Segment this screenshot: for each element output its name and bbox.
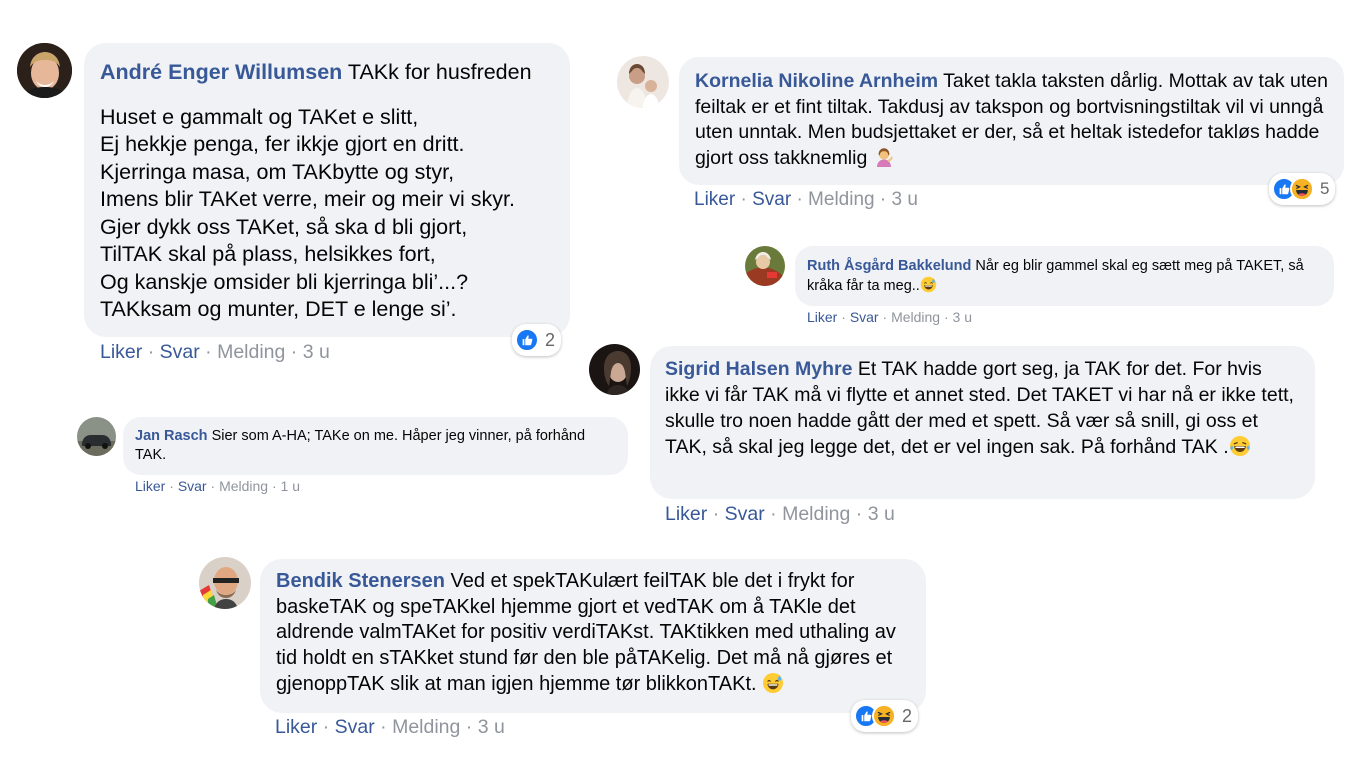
- author-name[interactable]: André Enger Willumsen: [100, 60, 342, 84]
- reply-link[interactable]: Svar: [752, 189, 791, 210]
- timestamp[interactable]: 3 u: [891, 189, 917, 210]
- like-link[interactable]: Liker: [665, 503, 707, 525]
- like-link[interactable]: Liker: [100, 341, 142, 363]
- comment-bubble: Kornelia Nikoline Arnheim Taket takla ta…: [679, 57, 1344, 185]
- message-link[interactable]: Melding: [219, 478, 268, 494]
- timestamp[interactable]: 3 u: [478, 716, 505, 738]
- avatar-photo-icon: [617, 56, 669, 108]
- reaction-count: 2: [545, 329, 556, 350]
- comment-actions: Liker · Svar · Melding · 3 u: [100, 341, 330, 363]
- comment-bubble: André Enger Willumsen TAKk for husfreden…: [84, 43, 570, 337]
- timestamp[interactable]: 3 u: [953, 309, 972, 325]
- avatar-photo-icon: [199, 557, 251, 609]
- avatar-photo-icon: [17, 43, 72, 98]
- author-name[interactable]: Jan Rasch: [135, 428, 208, 444]
- author-name[interactable]: Bendik Stenersen: [276, 570, 445, 592]
- reaction-count: 5: [1320, 179, 1330, 198]
- avatar[interactable]: [199, 557, 251, 609]
- avatar[interactable]: [745, 246, 785, 286]
- avatar[interactable]: [77, 417, 116, 456]
- author-name[interactable]: Kornelia Nikoline Arnheim: [695, 70, 938, 92]
- comment-bubble: Ruth Åsgård Bakkelund Når eg blir gammel…: [795, 246, 1334, 306]
- haha-icon: [1290, 177, 1314, 201]
- reply-link[interactable]: Svar: [160, 341, 200, 363]
- reaction-summary[interactable]: 2: [851, 700, 919, 732]
- timestamp[interactable]: 1 u: [281, 478, 300, 494]
- author-name[interactable]: Ruth Åsgård Bakkelund: [807, 258, 971, 274]
- comment-actions: Liker · Svar · Melding · 3 u: [275, 716, 505, 738]
- comment-actions: Liker · Svar · Melding · 3 u: [665, 503, 895, 525]
- like-link[interactable]: Liker: [807, 309, 837, 325]
- like-link[interactable]: Liker: [135, 478, 165, 494]
- message-link[interactable]: Melding: [392, 716, 460, 738]
- message-link[interactable]: Melding: [782, 503, 850, 525]
- reply-link[interactable]: Svar: [178, 478, 207, 494]
- comment-actions: Liker · Svar · Melding · 3 u: [807, 309, 973, 325]
- comment-bubble: Jan Rasch Sier som A-HA; TAKe on me. Håp…: [123, 417, 628, 475]
- comment-actions: Liker · Svar · Melding · 3 u: [694, 189, 918, 210]
- comment-poem: Huset e gammalt og TAKet e slitt, Ej hek…: [100, 104, 553, 324]
- tears-of-joy-emoji-icon: [1229, 435, 1251, 457]
- grinning-sweat-emoji-icon: [920, 276, 937, 293]
- comment-title: TAKk for husfreden: [347, 60, 532, 84]
- timestamp[interactable]: 3 u: [868, 503, 895, 525]
- reaction-count: 2: [902, 705, 913, 726]
- avatar-photo-icon: [745, 246, 785, 286]
- poem-line: Huset e gammalt og TAKet e slitt,: [100, 104, 419, 129]
- poem-line: TAKksam og munter, DET e lenge si’.: [100, 297, 457, 321]
- comment-actions: Liker · Svar · Melding · 1 u: [135, 478, 301, 494]
- haha-icon: [872, 704, 896, 728]
- person-tipping-hand-emoji-icon: [873, 146, 895, 168]
- reaction-summary[interactable]: 5: [1269, 173, 1336, 205]
- timestamp[interactable]: 3 u: [303, 341, 330, 363]
- poem-line: Og kanskje omsider bli kjerringa bli’...…: [100, 269, 469, 294]
- author-name[interactable]: Sigrid Halsen Myhre: [665, 358, 852, 380]
- avatar-photo-icon: [589, 344, 640, 395]
- avatar[interactable]: [617, 56, 669, 108]
- poem-line: TilTAK skal på plass, helsikkes fort,: [100, 242, 436, 266]
- like-link[interactable]: Liker: [275, 716, 317, 738]
- avatar[interactable]: [589, 344, 640, 395]
- like-icon: [515, 328, 539, 352]
- reply-link[interactable]: Svar: [850, 309, 879, 325]
- poem-line: Kjerringa masa, om TAKbytte og styr,: [100, 159, 455, 184]
- comment-bubble: Bendik Stenersen Ved et spekTAKulært fei…: [260, 559, 926, 713]
- grinning-sweat-emoji-icon: [762, 672, 784, 694]
- poem-line: Imens blir TAKet verre, meir og meir vi …: [100, 187, 515, 211]
- reply-link[interactable]: Svar: [725, 503, 765, 525]
- reply-link[interactable]: Svar: [335, 716, 375, 738]
- comment-bubble: Sigrid Halsen Myhre Et TAK hadde gort se…: [650, 346, 1315, 499]
- message-link[interactable]: Melding: [808, 189, 875, 210]
- reaction-summary[interactable]: 2: [512, 324, 562, 356]
- message-link[interactable]: Melding: [891, 309, 940, 325]
- like-link[interactable]: Liker: [694, 189, 735, 210]
- poem-line: Gjer dykk oss TAKet, så ska d bli gjort,: [100, 214, 468, 239]
- poem-line: Ej hekkje penga, fer ikkje gjort en drit…: [100, 132, 465, 156]
- avatar[interactable]: [17, 43, 72, 98]
- message-link[interactable]: Melding: [217, 341, 285, 363]
- avatar-photo-icon: [77, 417, 116, 456]
